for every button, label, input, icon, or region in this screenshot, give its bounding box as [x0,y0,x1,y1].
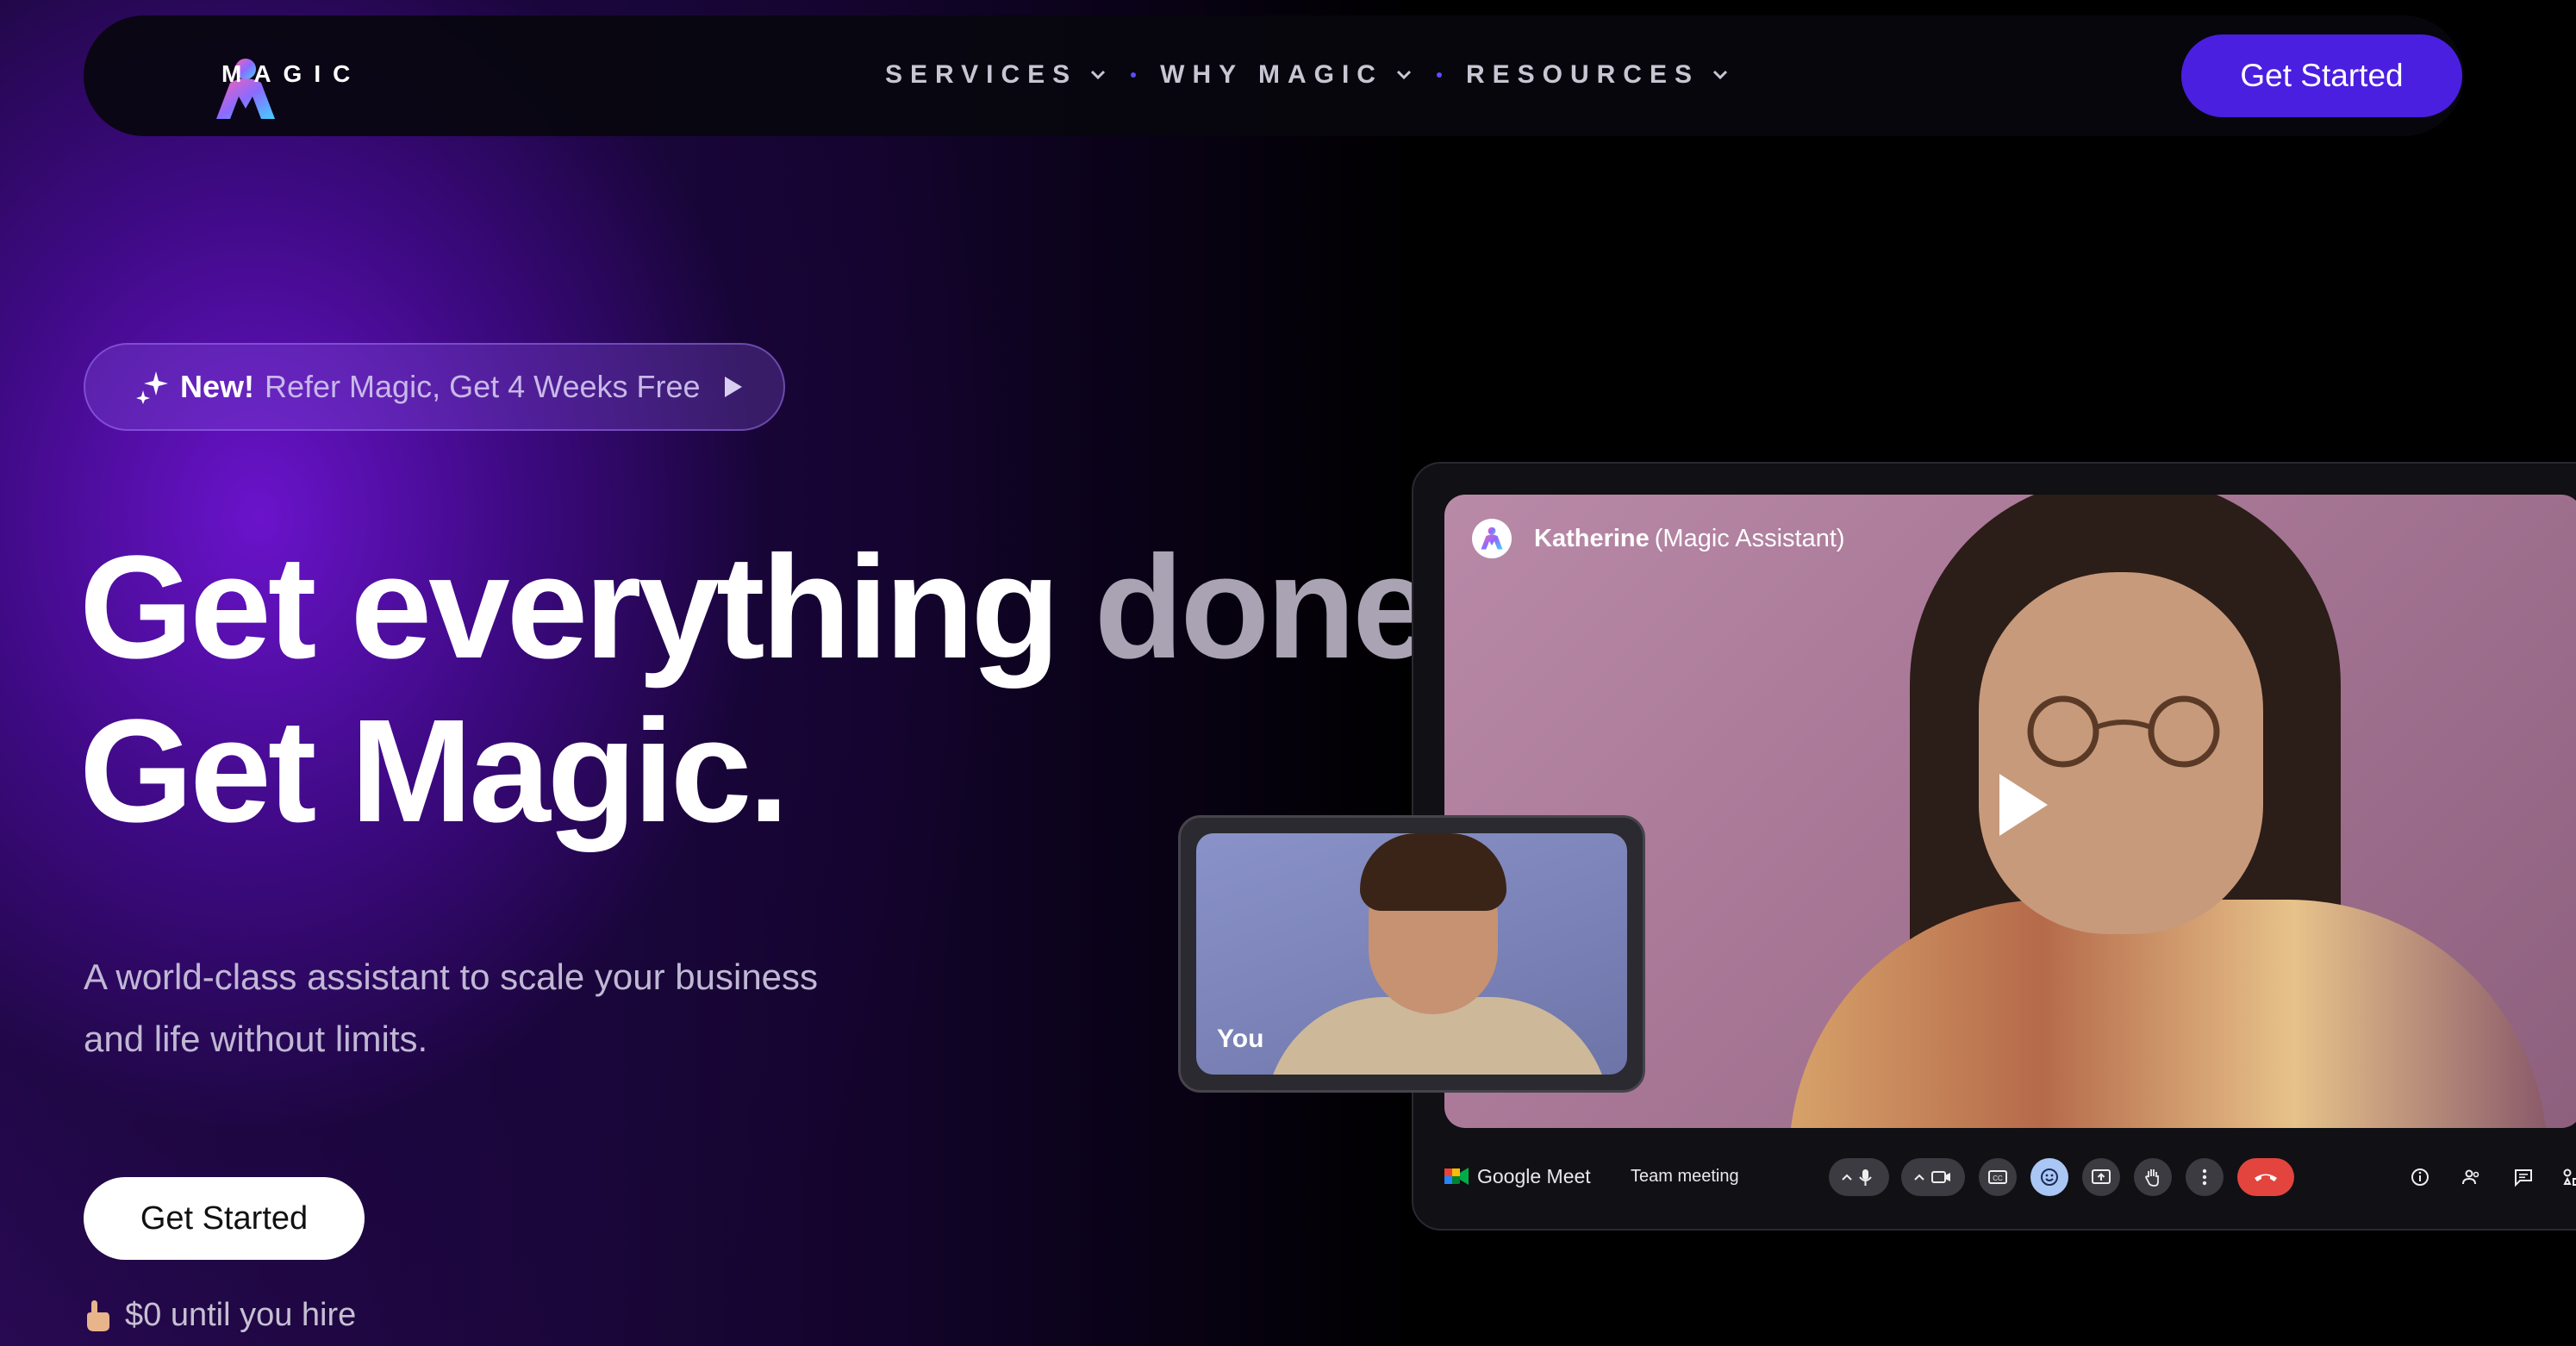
nav-item-resources[interactable]: RESOURCES [1466,60,1729,90]
raise-hand-icon [2144,1169,2159,1187]
chat-icon[interactable] [2513,1167,2534,1187]
mic-toggle[interactable] [1829,1158,1889,1196]
meeting-title: Team meeting [1631,1167,1739,1186]
google-meet-label: Google Meet [1477,1165,1591,1187]
play-icon [724,377,742,397]
info-icon[interactable] [2410,1167,2430,1187]
speaker-role: (Magic Assistant) [1654,524,1845,552]
magic-logo-icon [1472,519,1512,558]
microphone-icon [1842,1169,1872,1186]
captions-icon: CC [1988,1170,2007,1184]
glasses-graphic [2027,695,2220,768]
camera-icon [1914,1171,1950,1183]
self-video-tile[interactable]: You [1178,815,1645,1093]
end-call-button[interactable] [2237,1158,2294,1196]
headline-line-2: Get Magic. [79,689,789,853]
hero-subtitle-line-2: and life without limits. [84,1019,428,1059]
speaker-name: Katherine [1534,524,1650,552]
raise-hand-button[interactable] [2134,1158,2172,1196]
promo-badge: New! [180,369,255,404]
more-options-button[interactable] [2186,1158,2224,1196]
chevron-down-icon [1091,70,1106,80]
hero-get-started-button[interactable]: Get Started [84,1177,365,1260]
nav-item-label: SERVICES [885,60,1078,89]
chevron-down-icon [1396,70,1412,80]
more-icon [2202,1168,2207,1186]
hero-subtitle: A world-class assistant to scale your bu… [84,946,902,1070]
nav-item-services[interactable]: SERVICES [885,60,1107,90]
captions-button[interactable]: CC [1979,1158,2017,1196]
nav-separator [1436,72,1442,78]
self-label: You [1217,1025,1264,1053]
nav-item-why-magic[interactable]: WHY MAGIC [1160,60,1413,90]
headline-part-bright: Get everything [79,526,1060,689]
meeting-control-bar: Google Meet Team meeting CC [1444,1155,2576,1203]
pointing-hand-icon [87,1299,109,1331]
hero-subtitle-line-1: A world-class assistant to scale your bu… [84,957,819,997]
speaker-label: Katherine (Magic Assistant) [1472,519,1845,558]
svg-text:CC: CC [1993,1175,2003,1182]
present-button[interactable] [2082,1158,2120,1196]
brand-name[interactable]: MAGIC [221,60,362,88]
chevron-down-icon [1712,70,1728,80]
referral-promo-pill[interactable]: New! Refer Magic, Get 4 Weeks Free [84,343,785,431]
nav-item-label: RESOURCES [1465,60,1700,89]
self-portrait-hair [1360,833,1506,911]
play-icon[interactable] [1996,770,2051,839]
pricing-note-text: $0 until you hire [125,1297,357,1333]
assistant-portrait-body [1789,900,2548,1128]
activities-icon[interactable] [2561,1167,2576,1187]
nav-item-label: WHY MAGIC [1160,60,1383,89]
sparkle-icon [136,371,168,404]
camera-toggle[interactable] [1901,1158,1965,1196]
promo-text: Refer Magic, Get 4 Weeks Free [265,369,701,404]
google-meet-icon [1444,1168,1469,1185]
nav-get-started-button[interactable]: Get Started [2181,34,2462,117]
nav-links: SERVICES WHY MAGIC RESOURCES [885,53,1729,97]
people-icon[interactable] [2461,1167,2482,1187]
present-icon [2092,1169,2111,1184]
nav-separator [1131,72,1137,78]
emoji-icon [2041,1168,2058,1186]
pricing-note: $0 until you hire [84,1297,356,1334]
self-video: You [1196,833,1627,1075]
top-navbar: MAGIC SERVICES WHY MAGIC RESOURCES Get S… [84,16,2464,136]
end-call-icon [2255,1174,2277,1181]
reactions-button[interactable] [2030,1158,2068,1196]
hero-headline: Get everything done. Get Magic. [79,526,1471,853]
